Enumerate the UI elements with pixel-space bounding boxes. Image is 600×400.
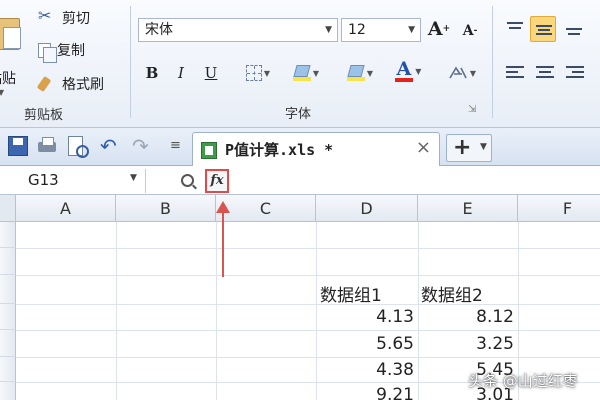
annotation-arrow — [222, 209, 224, 277]
grid-line — [16, 330, 600, 331]
grid-line — [16, 248, 600, 249]
row-header[interactable] — [0, 382, 16, 400]
ribbon: 粘贴 ▼ 剪切 复制 格式刷 剪贴板 宋体 ▼ 12 ▼ A+ A- B I U… — [0, 0, 600, 128]
align-left-button[interactable] — [502, 60, 528, 86]
table-cell[interactable]: 4.13 — [334, 307, 414, 327]
format-painter-icon — [38, 75, 56, 93]
font-color-icon: A — [394, 57, 414, 82]
row-header[interactable] — [0, 222, 16, 248]
grow-font-icon: A — [427, 18, 443, 40]
italic-button[interactable]: I — [172, 62, 190, 84]
arrow-up-icon — [216, 201, 230, 213]
scissors-icon — [38, 6, 56, 27]
formula-input[interactable] — [232, 169, 600, 193]
insert-function-button[interactable]: fx — [205, 169, 229, 193]
redo-icon[interactable]: ↷ — [132, 134, 149, 158]
save-icon[interactable] — [8, 136, 28, 156]
spreadsheet-file-icon — [201, 142, 217, 159]
column-header-f[interactable]: F — [518, 195, 600, 222]
paste-label: 粘贴 — [0, 71, 16, 87]
document-tab[interactable]: P值计算.xls * × — [192, 132, 440, 166]
row-header[interactable] — [0, 275, 16, 304]
dialog-launcher-icon[interactable]: ⇲ — [468, 104, 476, 115]
group-divider — [130, 6, 131, 118]
copy-button[interactable]: 复制 — [38, 40, 85, 63]
column-header-e[interactable]: E — [418, 195, 518, 222]
paint-bucket-icon — [346, 65, 365, 81]
name-box[interactable]: G13 — [0, 169, 146, 193]
table-cell[interactable]: 4.38 — [334, 360, 414, 380]
chevron-down-icon: ▼ — [408, 25, 415, 35]
column-header-d[interactable]: D — [316, 195, 418, 222]
align-bottom-button[interactable] — [561, 16, 587, 42]
zoom-icon[interactable] — [181, 174, 194, 187]
column-header-c[interactable]: C — [216, 195, 316, 222]
font-size-value: 12 — [348, 22, 366, 38]
table-cell[interactable]: 9.21 — [334, 385, 414, 400]
cell-reference: G13 — [28, 171, 59, 189]
paste-button[interactable]: 粘贴 ▼ — [0, 8, 26, 98]
row-header[interactable] — [0, 248, 16, 275]
cell-d-header[interactable]: 数据组1 — [320, 281, 382, 306]
align-top-button[interactable] — [502, 16, 528, 42]
group-divider — [492, 6, 493, 118]
clipboard-group-label: 剪贴板 — [24, 108, 64, 123]
cut-label: 剪切 — [62, 11, 90, 27]
chevron-down-icon: ▼ — [325, 25, 332, 35]
font-color-button[interactable]: A ▼ — [388, 57, 428, 82]
cell-e-header[interactable]: 数据组2 — [421, 281, 483, 306]
row-header[interactable] — [0, 357, 16, 382]
undo-icon[interactable]: ↶ — [100, 134, 117, 158]
cell-style-button[interactable]: ▼ — [288, 62, 324, 84]
chevron-down-icon: ▼ — [480, 142, 487, 152]
align-middle-button[interactable] — [530, 16, 556, 42]
grid-line — [16, 275, 600, 276]
row-header[interactable] — [0, 330, 16, 357]
phonetic-button[interactable]: ▼ — [442, 62, 482, 84]
align-center-button[interactable] — [532, 60, 558, 86]
plus-icon: + — [453, 135, 472, 160]
select-all-corner[interactable] — [0, 195, 16, 222]
grid-line — [16, 304, 600, 305]
format-painter-button[interactable]: 格式刷 — [38, 74, 104, 94]
cut-button[interactable]: 剪切 — [38, 6, 90, 28]
copy-icon — [38, 42, 57, 63]
font-group-label: 字体 — [285, 107, 312, 122]
table-cell[interactable]: 3.25 — [434, 334, 514, 354]
copy-label: 复制 — [57, 43, 85, 59]
new-tab-button[interactable]: + ▼ — [446, 134, 492, 162]
borders-icon — [245, 65, 262, 81]
bold-button[interactable]: B — [143, 62, 161, 84]
paste-dropdown-icon[interactable]: ▼ — [0, 88, 4, 97]
quick-access-toolbar: ↶ ↷ ≡ P值计算.xls * × + ▼ — [0, 128, 600, 166]
document-tab-title: P值计算.xls * — [225, 141, 334, 159]
shrink-font-button[interactable]: A- — [460, 20, 480, 42]
cell-style-icon — [292, 65, 311, 81]
fill-color-button[interactable]: ▼ — [342, 62, 378, 84]
chevron-down-icon[interactable]: ▼ — [130, 173, 137, 183]
format-painter-label: 格式刷 — [62, 77, 104, 93]
phonetic-guide-icon — [448, 65, 468, 81]
customize-toolbar-icon[interactable]: ≡ — [170, 134, 181, 158]
font-size-combo[interactable]: 12 ▼ — [341, 18, 421, 42]
column-header-b[interactable]: B — [116, 195, 216, 222]
close-icon[interactable]: × — [416, 137, 431, 158]
grow-font-button[interactable]: A + — [428, 18, 450, 40]
borders-button[interactable]: ▼ — [243, 62, 273, 84]
print-icon[interactable] — [37, 136, 57, 156]
grid-line — [16, 357, 600, 358]
table-cell[interactable]: 8.12 — [434, 307, 514, 327]
paste-icon — [0, 18, 21, 50]
font-name-value: 宋体 — [145, 22, 173, 38]
table-cell[interactable]: 5.65 — [334, 334, 414, 354]
font-name-combo[interactable]: 宋体 ▼ — [138, 18, 338, 42]
formula-bar: G13 ▼ fx — [0, 167, 600, 195]
watermark: 头条 @山过红枣 — [468, 372, 578, 390]
underline-button[interactable]: U — [202, 62, 220, 84]
shrink-font-icon: A — [462, 23, 474, 39]
print-preview-icon[interactable] — [68, 136, 89, 158]
column-header-a[interactable]: A — [16, 195, 116, 222]
row-header[interactable] — [0, 304, 16, 330]
align-right-button[interactable] — [562, 60, 588, 86]
